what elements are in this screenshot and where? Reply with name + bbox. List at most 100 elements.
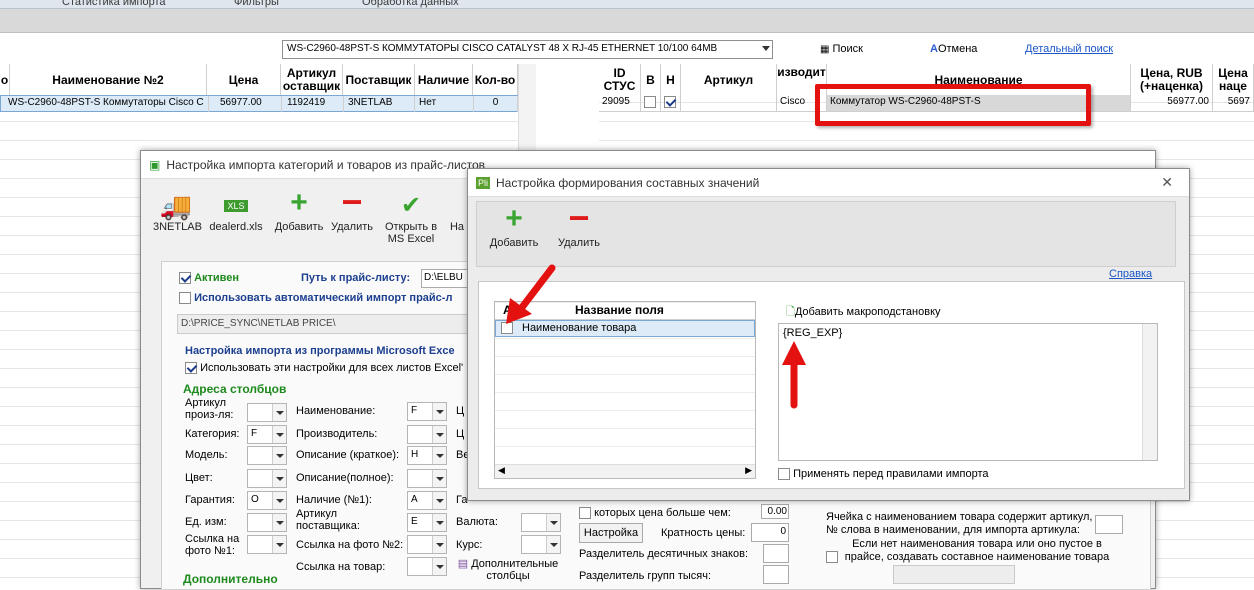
apply-before-checkbox[interactable] [778,468,790,481]
select-category[interactable]: F [247,425,287,444]
toolbar-delete-button[interactable]: − Удалить [327,184,377,234]
list-item[interactable]: Наименование товара [495,320,755,337]
path-input[interactable]: D:\ELBU [421,269,469,288]
article-word-input[interactable] [1095,515,1123,534]
cell-article: 1192419 [284,96,344,112]
cell-name: WS-C2960-48PST-S Коммутаторы Cisco C [5,96,209,112]
window-icon: ▣ [149,157,161,172]
search-button[interactable]: ▦ Поиск [820,43,863,55]
setup-button[interactable]: Настройка [579,523,643,543]
minus-icon: − [568,197,590,238]
select-value: F [411,405,418,416]
select-supplier-article[interactable]: E [407,513,447,532]
select-color[interactable] [247,469,287,488]
col-header-field-name[interactable]: Название поля [575,303,664,317]
col-header-a[interactable]: A [503,303,512,317]
price-more-input[interactable]: 0.00 [761,504,789,519]
table-row[interactable]: WS-C2960-48PST-S Коммутаторы Cisco C 569… [0,95,518,112]
sync-path-field[interactable]: D:\PRICE_SYNC\NETLAB PRICE\ [177,314,477,334]
advanced-search-link[interactable]: Детальный поиск [1025,43,1113,55]
toolbar-more[interactable]: На [447,221,467,233]
col-header-id[interactable]: ID СТУС [599,64,641,96]
macro-scrollbar[interactable] [1142,324,1157,460]
highlight-box [815,84,1091,126]
tab-import-stats[interactable]: Статистика импорта [62,0,166,8]
compose-delete-button[interactable]: − Удалить [552,197,606,250]
col-header-article[interactable]: Артикул [681,64,777,96]
toolbar-dealerd[interactable]: XLS dealerd.xls [205,191,267,233]
select-article-mfr[interactable] [247,403,287,422]
cancel-button[interactable]: AОтмена [930,43,977,55]
col-header-qty[interactable]: Кол-во [473,64,518,96]
macro-textarea[interactable]: {REG_EXP} [778,323,1158,461]
select-full-desc[interactable] [407,469,447,488]
use-all-sheets-row[interactable]: Использовать эти настройки для всех лист… [185,362,463,375]
price-more-checkbox[interactable] [579,507,591,520]
col-header-availability[interactable]: Наличие [415,64,473,96]
select-availability[interactable]: A [407,491,447,510]
window-icon: Pli [476,176,491,189]
fields-grid-hscrollbar[interactable]: ◀ ▶ [495,464,755,478]
col-header-price-markup[interactable]: Цена, RUB (+наценка) [1131,64,1213,96]
select-model[interactable] [247,446,287,465]
select-name[interactable]: F [407,402,447,421]
tab-data-processing[interactable]: Обработка данных [362,0,459,8]
compose-checkbox[interactable] [826,551,838,563]
cell-n[interactable] [661,95,681,111]
auto-import-checkbox[interactable] [179,292,191,305]
multiple-input[interactable]: 0 [751,523,789,542]
active-checkbox[interactable] [179,272,191,285]
compose-add-button[interactable]: + Добавить [486,204,542,250]
cell-v[interactable] [641,95,661,111]
toolbar-open-excel-button[interactable]: ✔ Открыть в MS Excel [381,191,441,245]
select-rate[interactable] [521,535,561,554]
close-icon[interactable]: ✕ [1161,174,1173,191]
select-product-link[interactable] [407,557,447,576]
product-combo[interactable]: WS-C2960-48PST-S КОММУТАТОРЫ CISCO CATAL… [282,40,773,59]
checkmark-icon: ✔ [400,192,422,219]
toolbar-add-button[interactable]: + Добавить [271,188,327,234]
field-label-ga: Га [456,494,468,506]
tab-filters[interactable]: Фильтры [234,0,279,8]
extra-columns-button[interactable]: ▤ Дополнительные столбцы [453,558,563,582]
select-warranty[interactable]: O [247,491,287,510]
compose-checkbox-wrap[interactable] [826,538,842,563]
col-header-v[interactable]: В [641,64,661,96]
checkbox[interactable] [644,96,656,108]
price-more-row[interactable]: которых цена больше чем: [579,507,731,520]
toolbar-3netlab[interactable]: 🚚 3NETLAB [153,191,202,233]
col-header-n[interactable]: Н [661,64,681,96]
col-header[interactable]: о [0,64,10,96]
select-photo1[interactable] [247,535,287,554]
col-header-price[interactable]: Цена [207,64,281,96]
help-link[interactable]: Справка [1109,268,1152,280]
active-checkbox-row[interactable]: Активен [179,272,239,285]
select-currency[interactable] [521,513,561,532]
decimal-separator-input[interactable] [763,544,789,563]
select-value: O [251,494,259,505]
col-header-name2[interactable]: Наименование №2 [10,64,207,96]
left-grid-scrollbar[interactable] [518,64,536,164]
arrow-right-icon: ▶ [745,465,752,475]
select-value: A [411,494,418,505]
select-manufacturer[interactable] [407,425,447,444]
field-checkbox[interactable] [501,322,513,334]
thousand-separator-input[interactable] [763,565,789,584]
cell-availability: Нет [416,96,474,112]
col-header-supplier-article[interactable]: Артикул оставщик [281,64,343,96]
col-header-supplier[interactable]: Поставщик [343,64,415,96]
chevron-down-icon [272,514,286,531]
checkbox[interactable] [664,96,676,108]
auto-import-row[interactable]: Использовать автоматический импорт прайс… [179,292,452,305]
chevron-down-icon [432,536,446,553]
select-short-desc[interactable]: H [407,446,447,465]
select-photo2[interactable] [407,535,447,554]
compose-cells-input[interactable] [893,565,1015,584]
col-header-price-markup2[interactable]: Цена наце [1213,64,1254,96]
use-all-sheets-checkbox[interactable] [185,362,197,375]
add-macro-button[interactable]: 🗋Добавить макроподстановку [786,303,941,322]
apply-before-row[interactable]: Применять перед правилами импорта [778,468,988,481]
import-window-title: Настройка импорта категорий и товаров из… [166,157,486,172]
select-unit[interactable] [247,513,287,532]
field-label-c2: Ц [456,428,465,440]
